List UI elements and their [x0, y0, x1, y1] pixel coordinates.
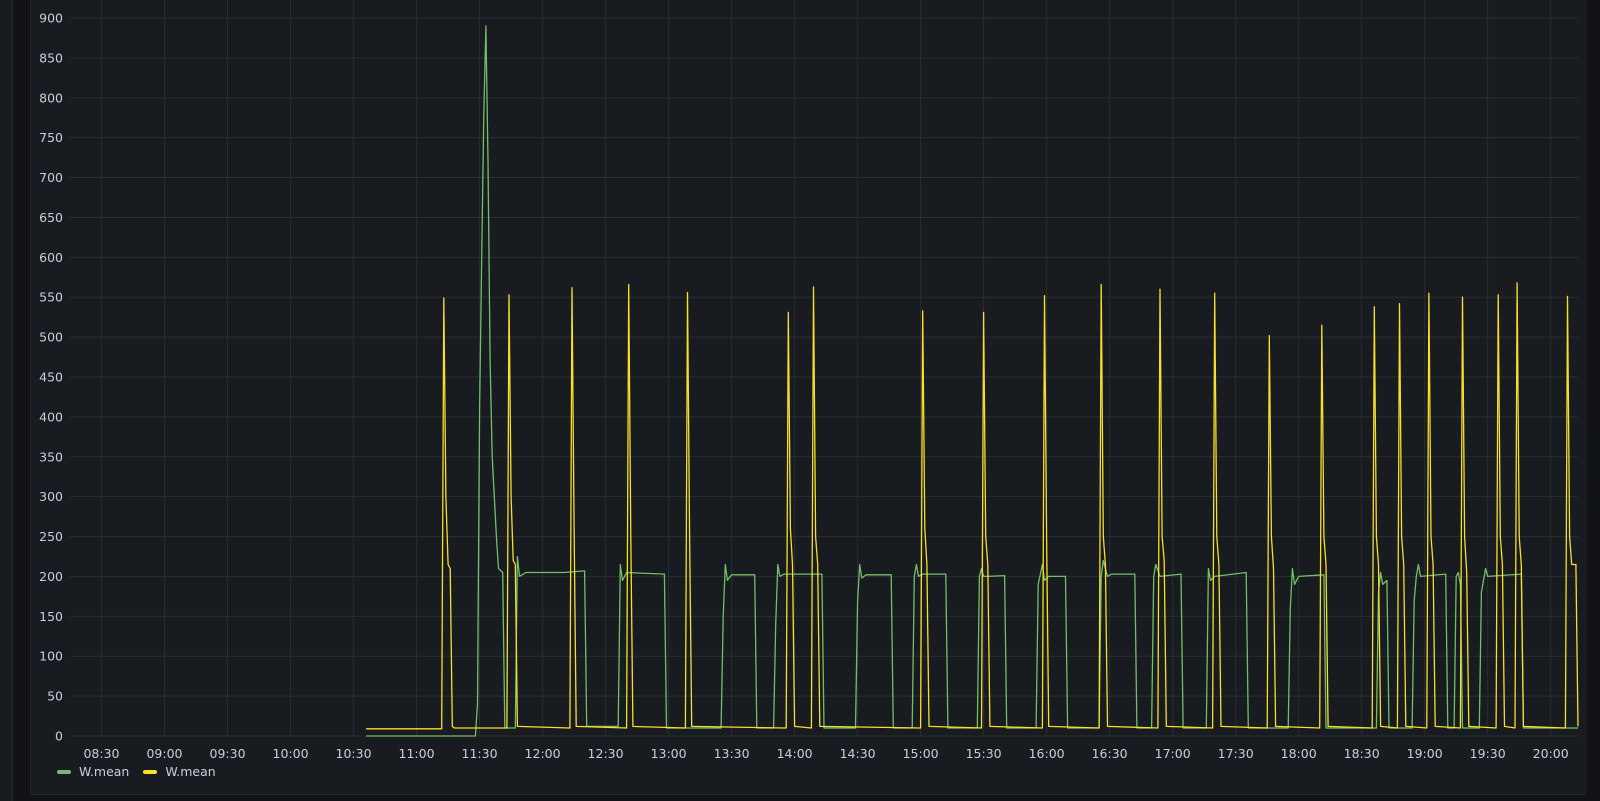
- y-tick-label: 750: [39, 130, 63, 145]
- legend-item-series-1[interactable]: W.mean: [57, 764, 129, 779]
- x-tick-label: 09:30: [210, 746, 246, 761]
- dashboard-page: 0 50 100 150 200 250 300 350 400 450 500 550 600 650 7…: [0, 0, 1600, 801]
- x-tick-label: 17:30: [1218, 746, 1254, 761]
- y-tick-label: 500: [39, 330, 63, 345]
- y-tick-label: 700: [39, 170, 63, 185]
- x-tick-label: 11:00: [399, 746, 435, 761]
- x-tick-label: 15:00: [903, 746, 939, 761]
- y-tick-label: 200: [39, 569, 63, 584]
- y-tick-label: 0: [55, 729, 63, 744]
- y-tick-label: 350: [39, 449, 63, 464]
- x-tick-label: 18:30: [1344, 746, 1380, 761]
- x-axis: 08:30 09:00 09:30 10:00 10:30 11:00 11:30 12:00…: [83, 746, 1568, 761]
- x-tick-label: 18:00: [1281, 746, 1317, 761]
- y-tick-label: 600: [39, 250, 63, 265]
- x-tick-label: 17:00: [1155, 746, 1191, 761]
- x-tick-label: 16:00: [1029, 746, 1065, 761]
- x-tick-label: 11:30: [462, 746, 498, 761]
- x-tick-label: 15:30: [966, 746, 1002, 761]
- legend-label-series-1: W.mean: [79, 764, 130, 779]
- x-tick-label: 14:30: [840, 746, 876, 761]
- time-series-chart[interactable]: 0 50 100 150 200 250 300 350 400 450 500 550 600 650 7…: [0, 0, 1600, 801]
- x-tick-label: 10:00: [273, 746, 309, 761]
- grid-layer: [70, 0, 1578, 737]
- x-tick-label: 13:00: [651, 746, 687, 761]
- x-tick-label: 12:30: [588, 746, 624, 761]
- series-layer: [366, 25, 1579, 737]
- series-line-2[interactable]: [366, 282, 1579, 730]
- y-tick-label: 550: [39, 290, 63, 305]
- y-tick-label: 450: [39, 370, 63, 385]
- x-tick-label: 14:00: [777, 746, 813, 761]
- x-tick-label: 09:00: [146, 746, 182, 761]
- x-tick-label: 08:30: [83, 746, 119, 761]
- y-tick-label: 150: [39, 609, 63, 624]
- legend-swatch-series-2: [143, 769, 158, 774]
- y-tick-label: 400: [39, 409, 63, 424]
- x-tick-label: 20:00: [1533, 746, 1569, 761]
- x-tick-label: 10:30: [336, 746, 372, 761]
- y-tick-label: 650: [39, 210, 63, 225]
- legend-swatch-series-1: [57, 769, 71, 774]
- legend: W.mean W.mean: [57, 764, 216, 779]
- y-tick-label: 50: [47, 689, 63, 704]
- x-tick-label: 19:30: [1470, 746, 1506, 761]
- y-tick-label: 900: [39, 11, 63, 26]
- y-tick-label: 100: [39, 649, 63, 664]
- y-tick-label: 300: [39, 489, 63, 504]
- y-tick-label: 250: [39, 529, 63, 544]
- y-tick-label: 800: [39, 90, 63, 105]
- x-tick-label: 13:30: [714, 746, 750, 761]
- x-tick-label: 16:30: [1092, 746, 1128, 761]
- legend-label-series-2: W.mean: [165, 764, 216, 779]
- series-line-1[interactable]: [366, 25, 1578, 737]
- y-axis: 0 50 100 150 200 250 300 350 400 450 500 550 600 650 7…: [39, 11, 63, 744]
- y-tick-label: 850: [39, 50, 63, 65]
- x-tick-label: 12:00: [525, 746, 561, 761]
- legend-item-series-2[interactable]: W.mean: [143, 764, 216, 779]
- x-tick-label: 19:00: [1407, 746, 1443, 761]
